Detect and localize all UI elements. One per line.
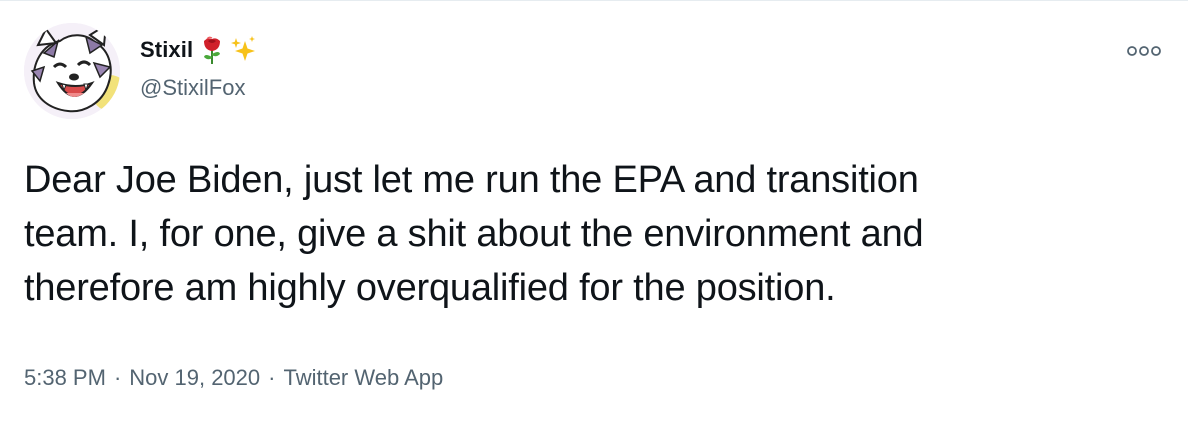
- tweet-source[interactable]: Twitter Web App: [283, 365, 443, 391]
- author-display-name[interactable]: Stixil: [140, 37, 193, 63]
- tweet-card: Stixil @StixilFox Dear Joe Biden, just l…: [0, 0, 1188, 428]
- tweet-text: Dear Joe Biden, just let me run the EPA …: [24, 159, 924, 309]
- sparkles-emoji-icon: [231, 35, 257, 65]
- separator-dot: ·: [113, 365, 122, 390]
- separator-dot: ·: [268, 365, 276, 390]
- rose-emoji-icon: [199, 35, 225, 65]
- author-handle[interactable]: @StixilFox: [140, 75, 245, 101]
- more-options-icon[interactable]: [1126, 39, 1162, 63]
- avatar[interactable]: [24, 23, 120, 119]
- fox-avatar-icon: [24, 23, 120, 119]
- tweet-date[interactable]: Nov 19, 2020: [129, 365, 260, 391]
- tweet-metadata: 5:38 PM · Nov 19, 2020 · Twitter Web App: [24, 365, 443, 391]
- author-name-row[interactable]: Stixil: [140, 33, 257, 67]
- tweet-time[interactable]: 5:38 PM: [24, 365, 106, 391]
